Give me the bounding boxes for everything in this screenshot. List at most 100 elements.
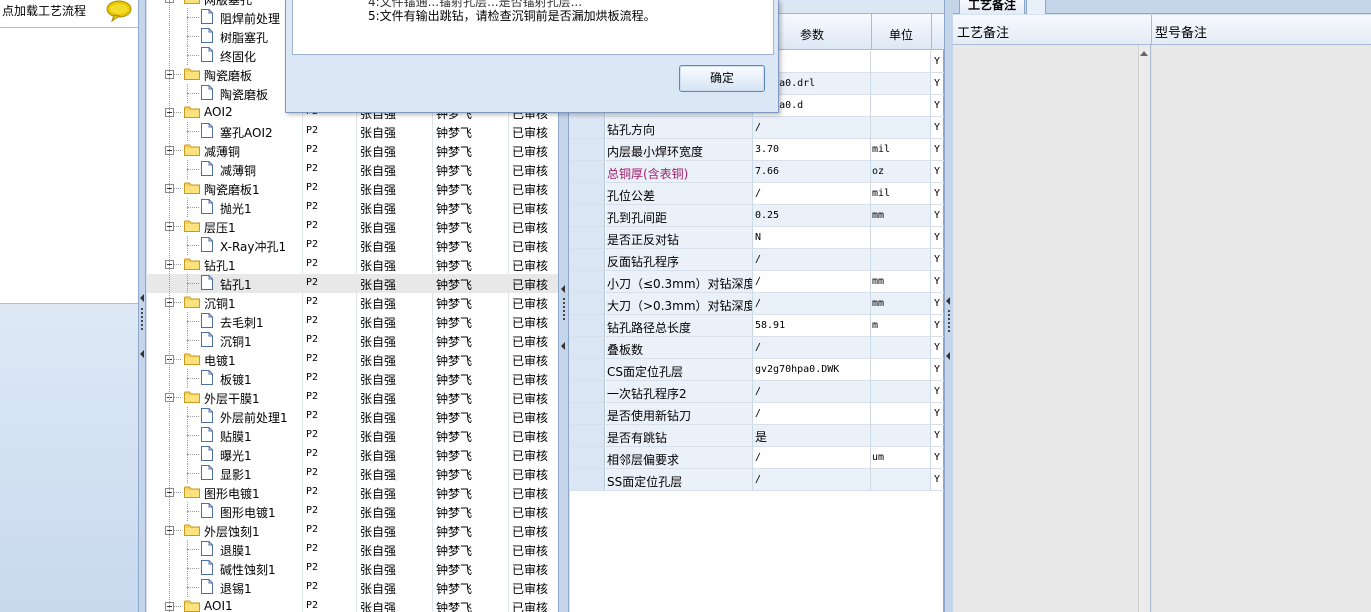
tree-step-row[interactable]: 钻孔1 P2 张自强 钟梦飞 已审核 (147, 274, 558, 293)
param-value-cell[interactable]: / (753, 381, 871, 402)
tree-group-row[interactable]: AOI1 P2 张自强 钟梦飞 已审核 (147, 597, 558, 612)
param-row[interactable]: CS面定位孔层 gv2g70hpa0.DWK Y (570, 359, 944, 381)
tree-group-row[interactable]: 外层蚀刻1 P2 张自强 钟梦飞 已审核 (147, 521, 558, 540)
param-row[interactable]: 小刀（≤0.3mm）对钻深度 / mm Y (570, 271, 944, 293)
collapse-left-icon[interactable] (561, 342, 565, 350)
row-header[interactable] (570, 249, 605, 270)
tree-step-row[interactable]: 板镀1 P2 张自强 钟梦飞 已审核 (147, 369, 558, 388)
tab-process-notes[interactable]: 工艺备注 (959, 0, 1025, 14)
param-row[interactable]: 孔到孔间距 0.25 mm Y (570, 205, 944, 227)
param-row[interactable]: 孔位公差 / mil Y (570, 183, 944, 205)
row-header[interactable] (570, 271, 605, 292)
param-row[interactable]: 是否使用新钻刀 / Y (570, 403, 944, 425)
row-header[interactable] (570, 293, 605, 314)
param-row[interactable]: 反面钻孔程序 / Y (570, 249, 944, 271)
tree-group-row[interactable]: 图形电镀1 P2 张自强 钟梦飞 已审核 (147, 483, 558, 502)
param-value-cell[interactable]: / (753, 183, 871, 204)
param-row[interactable]: 叠板数 / Y (570, 337, 944, 359)
row-header[interactable] (570, 183, 605, 204)
param-row[interactable]: 钻孔路径总长度 58.91 m Y (570, 315, 944, 337)
param-value-cell[interactable]: / (753, 447, 871, 468)
row-header[interactable] (570, 447, 605, 468)
param-value-cell[interactable]: / (753, 337, 871, 358)
splitter-grip-icon[interactable] (141, 308, 143, 332)
splitter-grip-icon[interactable] (948, 310, 950, 334)
tree-group-row[interactable]: 钻孔1 P2 张自强 钟梦飞 已审核 (147, 255, 558, 274)
param-value-cell[interactable]: 58.91 (753, 315, 871, 336)
param-value-cell[interactable]: / (753, 469, 871, 490)
process-notes-textarea[interactable] (953, 45, 1151, 612)
row-header[interactable] (570, 381, 605, 402)
tree-group-row[interactable]: 电镀1 P2 张自强 钟梦飞 已审核 (147, 350, 558, 369)
load-process-label[interactable]: 点加载工艺流程 (2, 2, 86, 19)
param-value-cell[interactable]: N (753, 227, 871, 248)
param-value-cell[interactable]: 是 (753, 425, 871, 446)
collapse-left-icon[interactable] (946, 297, 950, 305)
speech-bubble-icon[interactable] (106, 0, 132, 22)
tree-step-row[interactable]: 曝光1 P2 张自强 钟梦飞 已审核 (147, 445, 558, 464)
row-header[interactable] (570, 161, 605, 182)
row-header[interactable] (570, 337, 605, 358)
param-row[interactable]: 是否有跳钻是 Y (570, 425, 944, 447)
param-value-cell[interactable]: / (753, 271, 871, 292)
tree-step-row[interactable]: 外层前处理1 P2 张自强 钟梦飞 已审核 (147, 407, 558, 426)
param-column-header[interactable]: 参数 (800, 26, 824, 43)
param-row[interactable]: 钻孔方向 / Y (570, 117, 944, 139)
tree-group-row[interactable]: 沉铜1 P2 张自强 钟梦飞 已审核 (147, 293, 558, 312)
param-row[interactable]: 相邻层偏要求 / um Y (570, 447, 944, 469)
row-header[interactable] (570, 139, 605, 160)
tree-step-row[interactable]: 退锡1 P2 张自强 钟梦飞 已审核 (147, 578, 558, 597)
param-row[interactable]: 一次钻孔程序2/ Y (570, 381, 944, 403)
tree-group-row[interactable]: 减薄铜 P2 张自强 钟梦飞 已审核 (147, 141, 558, 160)
tree-step-row[interactable]: 退膜1 P2 张自强 钟梦飞 已审核 (147, 540, 558, 559)
row-header[interactable] (570, 315, 605, 336)
param-value-cell[interactable]: / (753, 403, 871, 424)
tree-group-row[interactable]: 层压1 P2 张自强 钟梦飞 已审核 (147, 217, 558, 236)
row-header[interactable] (570, 205, 605, 226)
collapse-left-icon[interactable] (946, 352, 950, 360)
param-row[interactable]: SS面定位孔层 / Y (570, 469, 944, 491)
row-header[interactable] (570, 425, 605, 446)
tree-step-row[interactable]: 去毛刺1 P2 张自强 钟梦飞 已审核 (147, 312, 558, 331)
collapse-left-icon[interactable] (140, 294, 144, 302)
param-row[interactable]: 是否正反对钻 N Y (570, 227, 944, 249)
tree-step-row[interactable]: 碱性蚀刻1 P2 张自强 钟梦飞 已审核 (147, 559, 558, 578)
tab-secondary[interactable] (1026, 0, 1046, 14)
row-header[interactable] (570, 403, 605, 424)
tree-step-row[interactable]: X-Ray冲孔1 P2 张自强 钟梦飞 已审核 (147, 236, 558, 255)
tree-step-row[interactable]: 图形电镀1 P2 张自强 钟梦飞 已审核 (147, 502, 558, 521)
splitter-left[interactable] (139, 0, 146, 612)
scroll-up-icon[interactable] (1140, 51, 1148, 56)
tree-step-row[interactable]: 贴膜1 P2 张自强 钟梦飞 已审核 (147, 426, 558, 445)
tree-group-row[interactable]: 外层干膜1 P2 张自强 钟梦飞 已审核 (147, 388, 558, 407)
param-value-cell[interactable]: 3.70 (753, 139, 871, 160)
param-value-cell[interactable]: gv2g70hpa0.DWK (753, 359, 871, 380)
tree-step-row[interactable]: 沉铜1 P2 张自强 钟梦飞 已审核 (147, 331, 558, 350)
ok-button[interactable]: 确定 (679, 65, 765, 92)
row-header[interactable] (570, 227, 605, 248)
collapse-left-icon[interactable] (561, 285, 565, 293)
collapse-left-icon[interactable] (140, 350, 144, 358)
version-cell: P2 (306, 315, 319, 326)
tree-step-row[interactable]: 抛光1 P2 张自强 钟梦飞 已审核 (147, 198, 558, 217)
param-value-cell[interactable]: / (753, 293, 871, 314)
param-row[interactable]: 总铜厚(含表铜) 7.66 oz Y (570, 161, 944, 183)
tree-step-row[interactable]: 减薄铜 P2 张自强 钟梦飞 已审核 (147, 160, 558, 179)
splitter-grip-icon[interactable] (563, 298, 565, 322)
param-row[interactable]: 大刀（>0.3mm）对钻深度 / mm Y (570, 293, 944, 315)
param-value-cell[interactable]: 7.66 (753, 161, 871, 182)
unit-column-header[interactable]: 单位 (889, 26, 913, 43)
notes-scrollbar[interactable] (1138, 45, 1150, 612)
tree-group-row[interactable]: 陶瓷磨板1 P2 张自强 钟梦飞 已审核 (147, 179, 558, 198)
row-header[interactable] (570, 117, 605, 138)
splitter-right[interactable] (944, 0, 953, 612)
row-header[interactable] (570, 359, 605, 380)
tree-step-row[interactable]: 塞孔AOI2 P2 张自强 钟梦飞 已审核 (147, 122, 558, 141)
row-header[interactable] (570, 469, 605, 490)
tree-step-row[interactable]: 显影1 P2 张自强 钟梦飞 已审核 (147, 464, 558, 483)
param-value-cell[interactable]: / (753, 249, 871, 270)
param-value-cell[interactable]: / (753, 117, 871, 138)
param-row[interactable]: 内层最小焊环宽度 3.70 mil Y (570, 139, 944, 161)
model-notes-textarea[interactable] (1152, 45, 1371, 612)
param-value-cell[interactable]: 0.25 (753, 205, 871, 226)
